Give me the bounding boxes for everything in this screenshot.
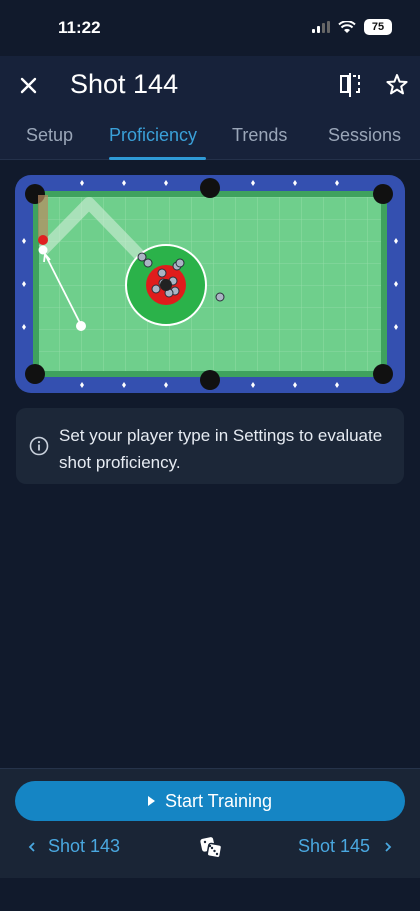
star-icon [386,74,408,95]
dice-icon[interactable] [199,835,223,859]
tab-proficiency[interactable]: Proficiency [109,125,206,146]
cue-ball [76,321,86,331]
compare-button[interactable] [338,72,362,98]
status-time: 11:22 [58,18,101,37]
tab-indicator [109,157,206,160]
header: Shot 144 Setup Proficiency Trends Sessio… [0,56,420,160]
chevron-right-icon [385,841,392,852]
favorite-button[interactable] [384,72,410,98]
bottom-bar: Start Training Shot 143 Shot 145 [0,768,420,878]
page-title: Shot 144 [70,69,179,99]
tab-bar: Setup Proficiency Trends Sessions [0,122,420,160]
table-grid [39,197,381,371]
red-ball [38,235,48,245]
chevron-left-icon [28,841,35,852]
pool-table-diagram [15,175,405,393]
close-button[interactable] [16,70,42,100]
play-icon [147,796,155,806]
previous-shot-link[interactable]: Shot 143 [28,836,120,857]
start-training-button[interactable]: Start Training [15,781,405,821]
tab-sessions[interactable]: Sessions [328,125,401,146]
tab-trends[interactable]: Trends [232,125,287,146]
info-message: Set your player type in Settings to eval… [59,426,383,472]
next-shot-link[interactable]: Shot 145 [298,836,392,857]
home-indicator-area [0,878,420,911]
close-icon [20,77,37,94]
cue-ball-start [38,245,48,255]
signal-icon [312,21,330,33]
status-bar: 11:22 75 [0,0,420,56]
compare-icon [340,73,360,97]
info-icon [29,436,49,456]
status-icons: 75 [312,19,392,35]
tab-setup[interactable]: Setup [26,125,73,146]
wifi-icon [338,20,356,33]
previous-shot-label: Shot 143 [48,836,121,856]
next-shot-label: Shot 145 [297,836,370,856]
info-card: Set your player type in Settings to eval… [16,408,404,484]
battery-indicator: 75 [364,19,392,35]
object-ball [160,279,172,291]
ghost-path-marker [38,195,48,239]
start-training-label: Start Training [164,790,273,811]
